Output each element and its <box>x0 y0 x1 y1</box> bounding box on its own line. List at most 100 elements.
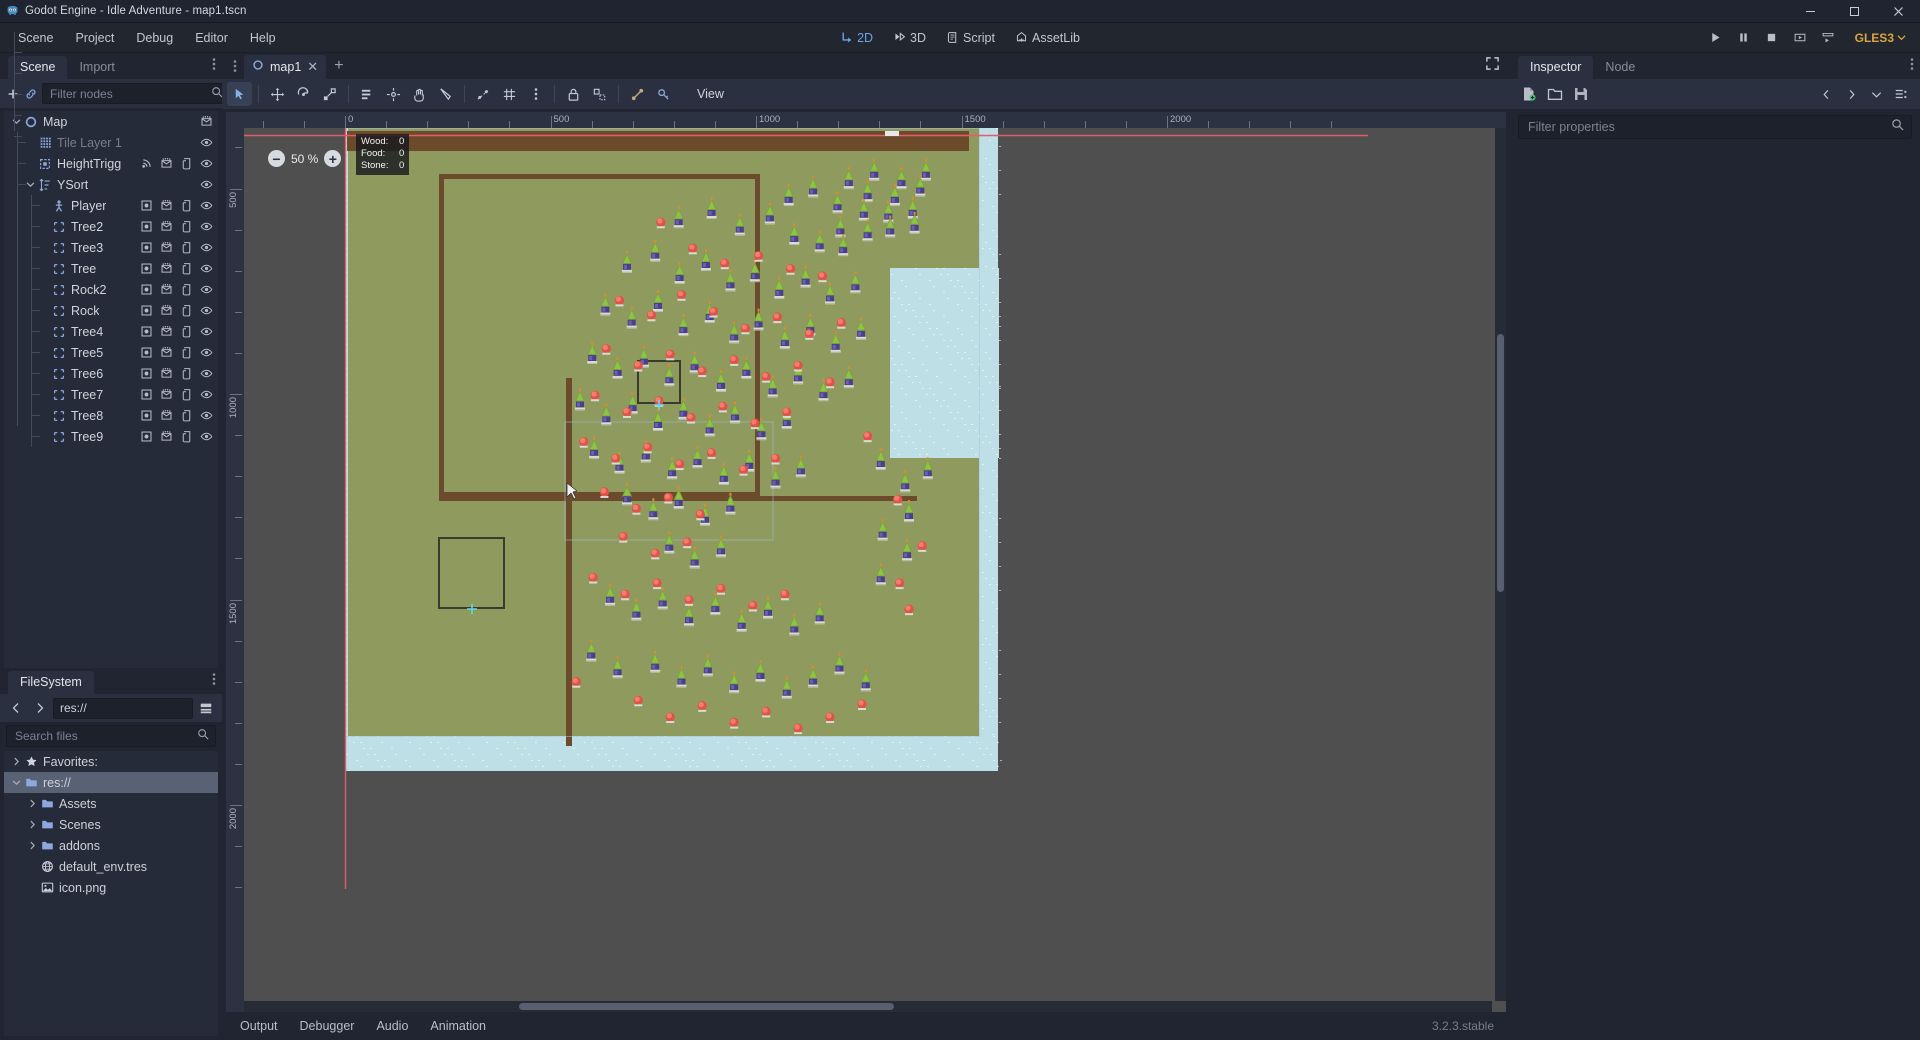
node-button-scene-icon[interactable] <box>199 114 214 129</box>
scene-tree-row[interactable]: Map <box>4 111 218 132</box>
tab-scene[interactable]: Scene <box>8 56 68 79</box>
snap-options-tool[interactable] <box>523 82 548 106</box>
node-button-unique-icon[interactable] <box>139 345 154 360</box>
instance-scene-icon[interactable] <box>24 83 38 105</box>
zoom-in-button[interactable]: + <box>324 150 342 167</box>
minimize-icon[interactable] <box>1788 0 1832 23</box>
node-button-script-icon[interactable] <box>179 261 194 276</box>
mode-button-2d[interactable]: 2D <box>832 28 881 48</box>
node-button-scene-icon[interactable] <box>159 240 174 255</box>
filter-nodes-input[interactable] <box>48 85 207 102</box>
maximize-icon[interactable] <box>1832 0 1876 23</box>
expand-arrow-icon[interactable] <box>26 820 39 829</box>
node-button-unique-icon[interactable] <box>139 261 154 276</box>
node-button-visibility-icon[interactable] <box>199 156 214 171</box>
node-button-unique-icon[interactable] <box>139 219 154 234</box>
bottom-tab-animation[interactable]: Animation <box>420 1015 496 1037</box>
smart-snap-tool[interactable] <box>471 82 496 106</box>
map-render[interactable] <box>244 128 1368 889</box>
list-select-tool[interactable] <box>355 82 380 106</box>
node-button-unique-icon[interactable] <box>139 282 154 297</box>
node-button-visibility-icon[interactable] <box>199 408 214 423</box>
rotate-mode-tool[interactable] <box>291 82 316 106</box>
scene-tree-row[interactable]: HeightTrigg <box>4 153 218 174</box>
node-button-script-icon[interactable] <box>179 219 194 234</box>
node-button-visibility-icon[interactable] <box>199 219 214 234</box>
select-mode-tool[interactable] <box>227 82 252 106</box>
plus-icon[interactable]: + <box>326 57 351 75</box>
node-button-unique-icon[interactable] <box>139 240 154 255</box>
history-next-icon[interactable] <box>1840 83 1862 105</box>
vertical-scroll-thumb[interactable] <box>1497 334 1504 592</box>
node-button-script-icon[interactable] <box>179 324 194 339</box>
renderer-selector[interactable]: GLES3 <box>1849 28 1912 48</box>
search-files-input[interactable] <box>13 728 193 744</box>
node-button-scene-icon[interactable] <box>159 408 174 423</box>
horizontal-scrollbar[interactable] <box>244 1001 1492 1012</box>
node-button-visibility-icon[interactable] <box>199 366 214 381</box>
node-button-scene-icon[interactable] <box>159 156 174 171</box>
node-button-visibility-icon[interactable] <box>199 387 214 402</box>
menu-debug[interactable]: Debug <box>126 27 183 49</box>
node-button-script-icon[interactable] <box>179 282 194 297</box>
menu-editor[interactable]: Editor <box>185 27 238 49</box>
filesystem-dock-menu-icon[interactable] <box>212 672 216 691</box>
filter-properties-input[interactable] <box>1526 119 1885 135</box>
scene-tabs-menu-icon[interactable] <box>226 53 244 79</box>
node-button-script-icon[interactable] <box>179 366 194 381</box>
node-button-unique-icon[interactable] <box>139 324 154 339</box>
new-resource-icon[interactable] <box>1518 83 1540 105</box>
node-button-visibility-icon[interactable] <box>199 240 214 255</box>
chevron-right-icon[interactable] <box>29 697 51 719</box>
filesystem-row[interactable]: res:// <box>4 772 218 793</box>
history-prev-icon[interactable] <box>1815 83 1837 105</box>
bottom-tab-output[interactable]: Output <box>230 1015 288 1037</box>
node-button-script-icon[interactable] <box>179 198 194 213</box>
distraction-free-icon[interactable] <box>1485 56 1500 76</box>
mode-button-assetlib[interactable]: AssetLib <box>1007 28 1088 48</box>
node-button-unique-icon[interactable] <box>139 429 154 444</box>
node-button-unique-icon[interactable] <box>139 303 154 318</box>
filesystem-path-field[interactable]: res:// <box>53 697 193 719</box>
mode-button-3d[interactable]: 3D <box>885 28 934 48</box>
node-button-visibility-icon[interactable] <box>199 282 214 297</box>
open-resource-icon[interactable] <box>1544 83 1566 105</box>
close-icon[interactable]: ✕ <box>307 60 318 73</box>
node-button-scene-icon[interactable] <box>159 429 174 444</box>
node-button-visibility-icon[interactable] <box>199 135 214 150</box>
view-menu-button[interactable]: View <box>687 83 734 105</box>
move-mode-tool[interactable] <box>265 82 290 106</box>
split-mode-icon[interactable] <box>195 697 217 719</box>
node-button-scene-icon[interactable] <box>159 366 174 381</box>
object-menu-icon[interactable] <box>1890 83 1912 105</box>
bottom-tab-audio[interactable]: Audio <box>366 1015 418 1037</box>
filter-properties-field[interactable] <box>1518 115 1912 139</box>
node-button-script-icon[interactable] <box>179 408 194 423</box>
pan-mode-tool[interactable] <box>407 82 432 106</box>
filesystem-row[interactable]: Assets <box>4 793 218 814</box>
node-button-scene-icon[interactable] <box>159 324 174 339</box>
node-button-unique-icon[interactable] <box>139 366 154 381</box>
tab-node[interactable]: Node <box>1593 56 1647 79</box>
node-button-scene-icon[interactable] <box>159 198 174 213</box>
play-scene-icon[interactable] <box>1787 27 1813 49</box>
node-button-script-icon[interactable] <box>179 429 194 444</box>
filesystem-row[interactable]: default_env.tres <box>4 856 218 877</box>
expand-arrow-icon[interactable] <box>26 799 39 808</box>
zoom-out-button[interactable]: − <box>268 150 285 167</box>
node-button-visibility-icon[interactable] <box>199 429 214 444</box>
play-icon[interactable] <box>1703 27 1729 49</box>
node-button-visibility-icon[interactable] <box>199 198 214 213</box>
node-button-visibility-icon[interactable] <box>199 177 214 192</box>
node-button-unique-icon[interactable] <box>139 198 154 213</box>
node-button-visibility-icon[interactable] <box>199 261 214 276</box>
node-button-script-icon[interactable] <box>179 156 194 171</box>
stop-icon[interactable] <box>1759 27 1785 49</box>
node-button-script-icon[interactable] <box>179 345 194 360</box>
pivot-tool[interactable] <box>381 82 406 106</box>
node-button-scene-icon[interactable] <box>159 303 174 318</box>
grid-snap-tool[interactable] <box>497 82 522 106</box>
lock-tool[interactable] <box>561 82 586 106</box>
scene-tree-row[interactable]: YSort <box>4 174 218 195</box>
node-button-unique-icon[interactable] <box>139 387 154 402</box>
